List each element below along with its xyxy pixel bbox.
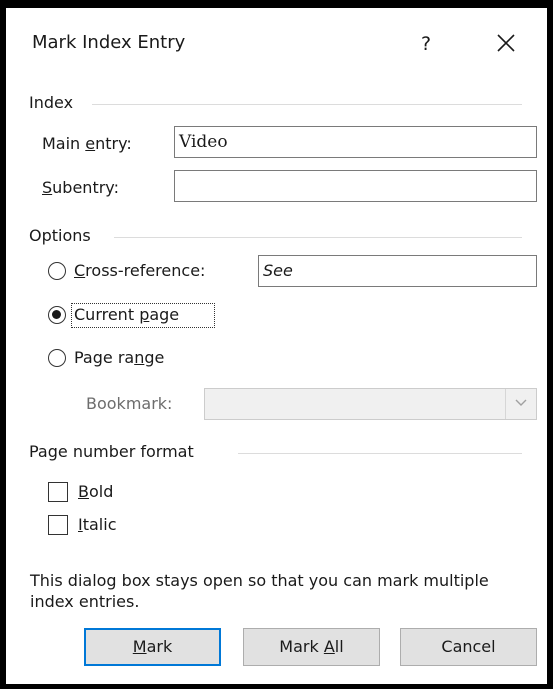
bookmark-label: Bookmark: bbox=[86, 394, 173, 413]
bold-label[interactable]: Bold bbox=[78, 482, 113, 501]
current-page-label-part: Current bbox=[74, 305, 140, 324]
chevron-down-icon bbox=[515, 399, 527, 406]
subentry-input[interactable] bbox=[174, 170, 537, 202]
subentry-label-rest: ubentry: bbox=[52, 178, 119, 197]
current-page-access-key: p bbox=[139, 305, 150, 324]
main-entry-input[interactable]: Video bbox=[174, 126, 537, 158]
page-range-label[interactable]: Page range bbox=[74, 348, 164, 367]
page-number-format-group-divider bbox=[238, 453, 522, 454]
current-page-label[interactable]: Current page bbox=[74, 305, 179, 324]
main-entry-label: Main entry: bbox=[42, 134, 132, 153]
options-group-divider bbox=[114, 237, 522, 238]
help-icon: ? bbox=[420, 33, 432, 55]
italic-checkbox[interactable] bbox=[48, 515, 68, 535]
cross-reference-radio[interactable] bbox=[48, 262, 66, 280]
mark-access-key: M bbox=[132, 637, 147, 656]
options-group-title: Options bbox=[29, 226, 91, 245]
mark-index-entry-dialog: Mark Index Entry ? Index Main entry: Vid… bbox=[6, 8, 547, 684]
mark-button[interactable]: Mark bbox=[84, 628, 221, 666]
main-entry-label-part: Main bbox=[42, 134, 86, 153]
info-note: This dialog box stays open so that you c… bbox=[30, 571, 489, 611]
index-group-divider bbox=[92, 104, 522, 105]
current-page-radio[interactable] bbox=[48, 306, 66, 324]
cross-reference-label-rest: ross-reference: bbox=[85, 261, 206, 280]
title-bar: Mark Index Entry ? bbox=[6, 8, 547, 74]
dialog-title: Mark Index Entry bbox=[32, 32, 186, 53]
italic-label-rest: talic bbox=[82, 515, 117, 534]
page-range-radio[interactable] bbox=[48, 349, 66, 367]
cross-reference-input[interactable]: See bbox=[258, 255, 537, 287]
main-entry-label-rest: ntry: bbox=[95, 134, 132, 153]
subentry-access-key: S bbox=[42, 178, 53, 197]
mark-all-label-rest: ll bbox=[334, 637, 344, 656]
page-number-format-group-title: Page number format bbox=[29, 442, 194, 461]
italic-label[interactable]: Italic bbox=[78, 515, 116, 534]
bold-label-rest: old bbox=[88, 482, 114, 501]
cross-reference-access-key: C bbox=[74, 261, 86, 280]
index-group-title: Index bbox=[29, 93, 74, 112]
close-icon bbox=[497, 34, 515, 52]
page-range-label-rest: ge bbox=[144, 348, 165, 367]
cross-reference-label[interactable]: Cross-reference: bbox=[74, 261, 205, 280]
mark-all-access-key: A bbox=[323, 637, 335, 656]
cancel-button[interactable]: Cancel bbox=[400, 628, 537, 666]
close-button[interactable] bbox=[484, 24, 528, 64]
bold-checkbox[interactable] bbox=[48, 482, 68, 502]
current-page-label-rest: age bbox=[149, 305, 180, 324]
bold-access-key: B bbox=[78, 482, 89, 501]
subentry-label: Subentry: bbox=[42, 178, 119, 197]
bookmark-combo[interactable] bbox=[204, 388, 537, 420]
help-button[interactable]: ? bbox=[404, 24, 448, 64]
bookmark-dropdown-button[interactable] bbox=[505, 389, 536, 419]
main-entry-access-key: e bbox=[85, 134, 96, 153]
page-range-label-part: Page ra bbox=[74, 348, 135, 367]
page-range-access-key: n bbox=[134, 348, 145, 367]
mark-label-rest: ark bbox=[146, 637, 173, 656]
mark-all-label-part: Mark bbox=[279, 637, 324, 656]
mark-all-button[interactable]: Mark All bbox=[243, 628, 380, 666]
